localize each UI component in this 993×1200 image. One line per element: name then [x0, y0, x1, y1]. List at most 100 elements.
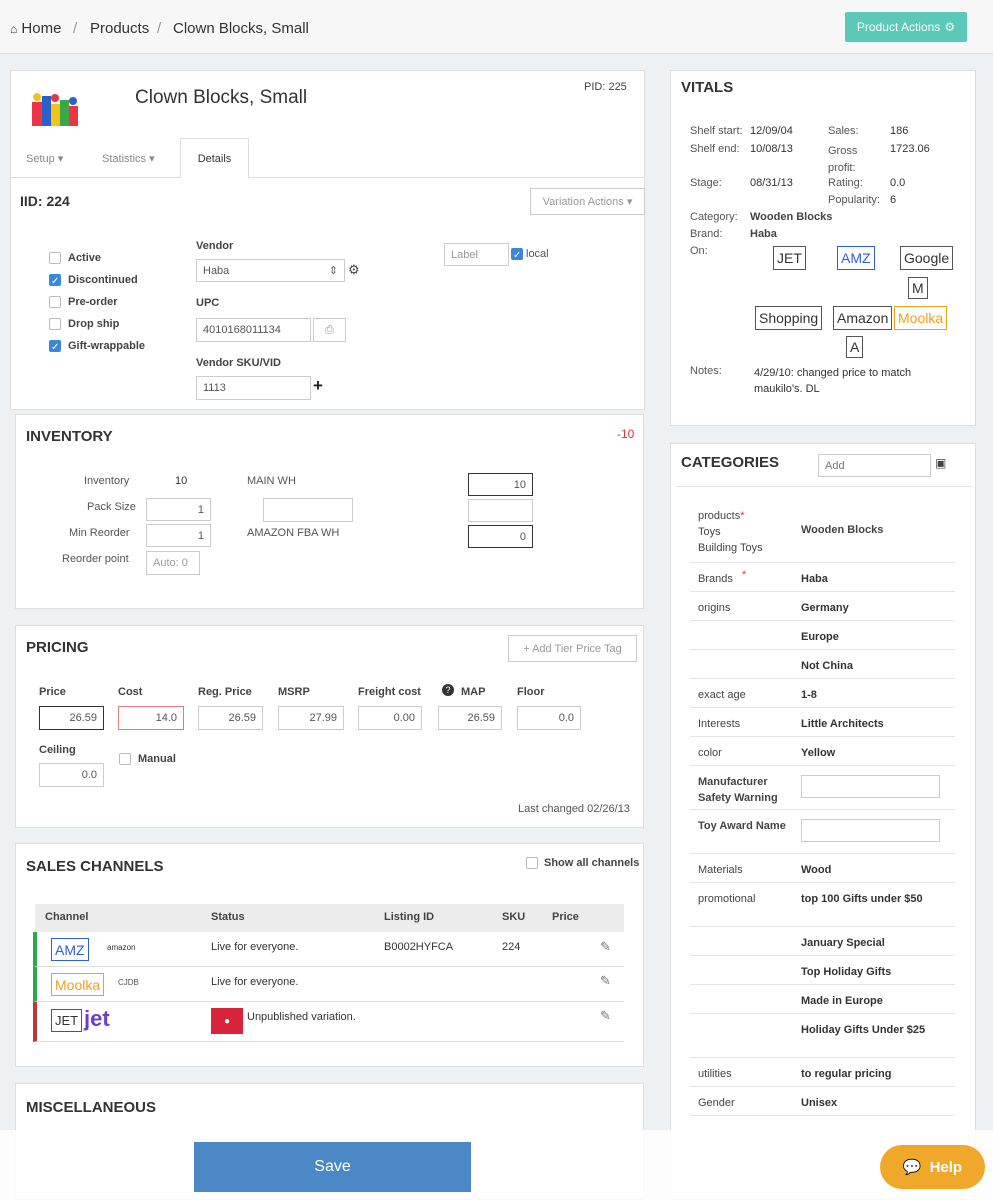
- jet-logo: jet: [84, 1006, 110, 1031]
- label-input[interactable]: Label: [444, 243, 509, 266]
- category-value: top 100 Gifts under $50: [801, 893, 923, 905]
- vendor-select[interactable]: Haba ⇕: [196, 259, 345, 282]
- price-label: Price: [39, 686, 66, 698]
- amazon-wh-label: AMAZON FBA WH: [247, 527, 340, 539]
- flag-drop-ship[interactable]: Drop ship: [49, 313, 145, 335]
- moolka-badge: Moolka: [51, 973, 105, 996]
- add-sku-icon[interactable]: +: [313, 376, 323, 396]
- help-button[interactable]: 💬 Help: [880, 1145, 985, 1189]
- flag-gift-wrappable[interactable]: Gift-wrappable: [49, 335, 145, 357]
- manual-toggle[interactable]: Manual: [119, 753, 176, 765]
- freight-cost-field[interactable]: 0.00: [358, 706, 422, 730]
- product-panel: [10, 70, 645, 410]
- flag-pre-order[interactable]: Pre-order: [49, 291, 145, 313]
- pack-size-field[interactable]: 1: [146, 498, 211, 521]
- ceiling-label: Ceiling: [39, 744, 76, 756]
- msrp-field[interactable]: 27.99: [278, 706, 344, 730]
- main-wh-qty[interactable]: 10: [468, 473, 533, 496]
- category-key: color: [698, 747, 722, 759]
- vitals-channel-jet[interactable]: JET: [773, 246, 806, 270]
- add-tier-price-button[interactable]: + Add Tier Price Tag: [508, 635, 637, 662]
- vitals-channel-moolka[interactable]: Moolka: [894, 306, 948, 330]
- product-name: Clown Blocks, Small: [135, 87, 308, 108]
- vitals-channel-google-m[interactable]: M: [908, 277, 928, 299]
- category-value: Not China: [801, 660, 853, 672]
- stage-label: Stage:: [690, 177, 722, 189]
- shelf-end: 10/08/13: [750, 143, 793, 155]
- category-row: Interests Little Architects: [690, 708, 955, 737]
- vendor-sku-label: Vendor SKU/VID: [196, 357, 281, 369]
- tab-details[interactable]: Details: [180, 138, 249, 178]
- checkbox[interactable]: [511, 248, 523, 260]
- floor-field[interactable]: 0.0: [517, 706, 581, 730]
- category-add-input[interactable]: Add: [818, 454, 931, 477]
- rating: 0.0: [890, 177, 906, 189]
- tab-statistics[interactable]: Statistics ▾: [102, 152, 155, 165]
- tab-setup[interactable]: Setup ▾: [26, 152, 63, 165]
- save-button[interactable]: Save: [194, 1142, 471, 1192]
- main-wh-note-field[interactable]: [263, 498, 353, 522]
- checkbox[interactable]: [49, 340, 61, 352]
- ceiling-field[interactable]: 0.0: [39, 763, 104, 787]
- breadcrumb-home[interactable]: ⌂ Home: [10, 20, 61, 37]
- min-reorder-field[interactable]: 1: [146, 524, 211, 547]
- help-circle-icon[interactable]: ?: [442, 684, 454, 696]
- checkbox[interactable]: [49, 318, 61, 330]
- select-arrows-icon: ⇕: [328, 265, 338, 277]
- divider: [676, 486, 972, 487]
- category: Wooden Blocks: [750, 211, 833, 223]
- inventory-delta: -10: [617, 427, 635, 441]
- category-key: Gender: [698, 1097, 735, 1109]
- map-field[interactable]: 26.59: [438, 706, 502, 730]
- shelf-end-label: Shelf end:: [690, 143, 740, 155]
- amazon-wh-qty[interactable]: 0: [468, 525, 533, 548]
- vitals-channel-amz[interactable]: AMZ: [837, 246, 875, 270]
- upc-field[interactable]: 4010168011134: [196, 318, 311, 342]
- variation-actions-button[interactable]: Variation Actions ▾: [530, 188, 645, 215]
- local-toggle[interactable]: local: [511, 248, 549, 260]
- vitals-channel-amazon-a[interactable]: A: [846, 336, 864, 358]
- category-key: Materials: [698, 864, 743, 876]
- edit-icon[interactable]: ✎: [600, 1008, 611, 1024]
- checkbox[interactable]: [49, 274, 61, 286]
- popularity: 6: [890, 194, 897, 206]
- blank-qty-field[interactable]: [468, 499, 533, 522]
- print-button[interactable]: ⎙: [313, 318, 346, 342]
- vendor-settings-icon[interactable]: ⚙: [348, 262, 360, 278]
- checkbox[interactable]: [526, 857, 538, 869]
- product-actions-button[interactable]: Product Actions ⚙: [845, 12, 967, 42]
- checkbox[interactable]: [49, 252, 61, 264]
- vitals-channel-shopping[interactable]: Shopping: [755, 306, 823, 330]
- edit-icon[interactable]: ✎: [600, 973, 611, 989]
- category-value-input[interactable]: [801, 819, 940, 842]
- iid-label: IID: 224: [20, 193, 70, 209]
- cost-field[interactable]: 14.0: [118, 706, 184, 730]
- vitals-channel-amazon[interactable]: Amazon: [833, 306, 893, 330]
- category-value: to regular pricing: [801, 1068, 892, 1080]
- checkbox[interactable]: [119, 753, 131, 765]
- shelf-start: 12/09/04: [750, 125, 793, 137]
- flag-active[interactable]: Active: [49, 247, 145, 269]
- category-value: Wood: [801, 864, 832, 876]
- breadcrumb-products[interactable]: Products: [90, 20, 149, 37]
- price-field[interactable]: 26.59: [39, 706, 104, 730]
- save-icon[interactable]: ▣: [935, 456, 946, 470]
- reorder-point-label: Reorder point: [62, 553, 129, 565]
- checkbox[interactable]: [49, 296, 61, 308]
- category-value-input[interactable]: [801, 775, 940, 798]
- category-row: Holiday Gifts Under $25: [690, 1014, 955, 1058]
- show-all-channels-toggle[interactable]: Show all channels: [526, 857, 639, 869]
- vendor-sku-field[interactable]: 1113: [196, 376, 311, 400]
- gross-label: Gross profit:: [828, 145, 858, 174]
- vitals-channel-google[interactable]: Google: [900, 246, 954, 270]
- min-reorder-label: Min Reorder: [69, 527, 130, 539]
- category-row: products* Toys Building Toys Wooden Blocks: [690, 502, 955, 563]
- edit-icon[interactable]: ✎: [600, 939, 611, 955]
- flag-discontinued[interactable]: Discontinued: [49, 269, 145, 291]
- misc-title: MISCELLANEOUS: [26, 1099, 157, 1116]
- category-value: Made in Europe: [801, 995, 883, 1007]
- reg-price-field[interactable]: 26.59: [198, 706, 263, 730]
- reorder-point-field[interactable]: Auto: 0: [146, 551, 200, 575]
- breadcrumb-sep: /: [73, 20, 78, 37]
- inventory-title: INVENTORY: [26, 428, 113, 445]
